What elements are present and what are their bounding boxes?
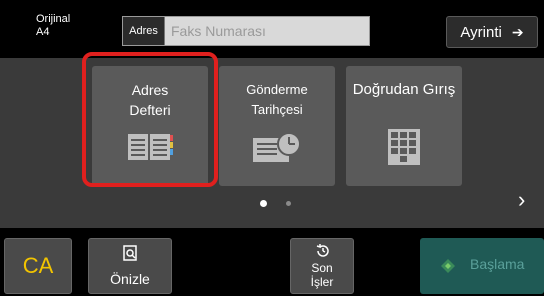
last-jobs-line2: İşler bbox=[310, 275, 334, 289]
tile-direct-entry[interactable]: Doğrudan Gırış bbox=[346, 66, 462, 186]
history-icon bbox=[253, 132, 301, 162]
bottom-bar: CA Önizle Son İşler Başlama bbox=[0, 228, 544, 296]
original-label: Orijinal bbox=[36, 13, 71, 25]
last-jobs-button[interactable]: Son İşler bbox=[290, 238, 354, 294]
keypad-icon bbox=[388, 129, 420, 165]
ca-label: CA bbox=[22, 253, 54, 278]
fax-number-field[interactable]: Adres Faks Numarası bbox=[122, 16, 370, 46]
preview-icon bbox=[123, 245, 137, 261]
history-clock-icon bbox=[316, 244, 329, 257]
start-label: Başlama bbox=[470, 256, 525, 272]
ca-button[interactable]: CA bbox=[4, 238, 72, 294]
preview-button[interactable]: Önizle bbox=[88, 238, 172, 294]
fax-panel: Orijinal A4 Adres Faks Numarası Ayrinti … bbox=[0, 0, 544, 296]
tile-sending-history[interactable]: Gönderme Tarihçesi bbox=[219, 66, 335, 186]
start-button[interactable]: Başlama bbox=[420, 238, 544, 294]
original-size-indicator[interactable]: Orijinal A4 bbox=[36, 13, 70, 39]
tile-direct-entry-label: Doğrudan Gırış bbox=[352, 81, 456, 98]
details-label: Ayrinti bbox=[460, 23, 502, 41]
address-tag[interactable]: Adres bbox=[123, 17, 165, 45]
page-indicator-active bbox=[260, 200, 267, 207]
preview-label: Önizle bbox=[110, 271, 150, 287]
details-button[interactable]: Ayrinti ➔ bbox=[446, 16, 538, 48]
arrow-right-icon: ➔ bbox=[511, 23, 524, 40]
tile-sending-history-label: Gönderme Tarihçesi bbox=[246, 82, 308, 117]
last-jobs-line1: Son bbox=[311, 261, 333, 275]
start-diamond-icon bbox=[441, 259, 455, 273]
page-indicator-inactive bbox=[286, 201, 291, 206]
selection-highlight bbox=[82, 52, 218, 187]
chevron-right-icon[interactable]: › bbox=[518, 188, 525, 212]
fax-number-placeholder: Faks Numarası bbox=[171, 23, 266, 39]
original-size: A4 bbox=[36, 26, 50, 38]
